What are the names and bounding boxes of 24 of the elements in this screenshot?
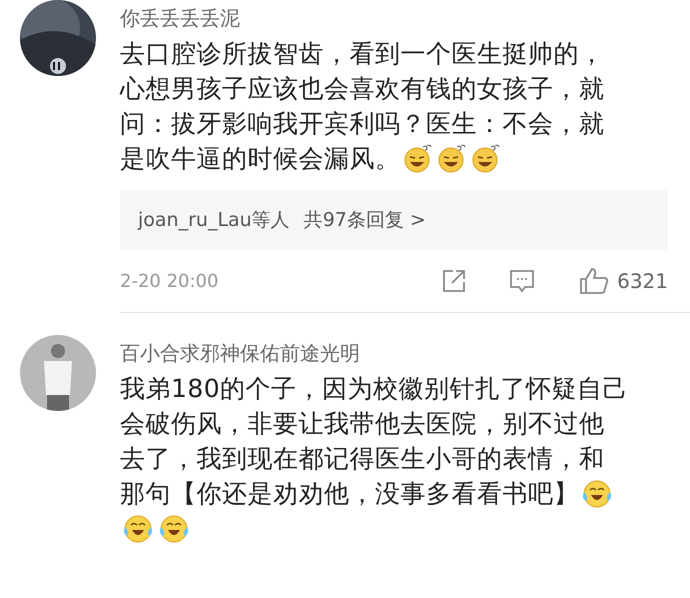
comment-text: 会破伤风，非要让我带他去医院，别不过他 (120, 408, 604, 440)
username[interactable]: 百小合求邪神保佑前途光明 (120, 339, 690, 367)
comment-text: 是吹牛逼的时候会漏风。 (120, 142, 400, 175)
laughing-crying-emoji-icon (158, 512, 190, 544)
comment-text: 我弟180的个子，因为校徽别针扎了怀疑自己 (120, 372, 628, 405)
share-icon[interactable] (441, 268, 468, 294)
username[interactable]: 你丢丢丢丢泥 (120, 4, 690, 32)
post-time: 2-20 20:00 (120, 270, 220, 294)
thumbs-up-icon[interactable] (579, 267, 610, 295)
reply-count-link[interactable]: 共97条回复 > (304, 206, 426, 234)
grinning-emoji-icon (436, 144, 466, 174)
grinning-emoji-icon (470, 144, 500, 174)
grinning-emoji-icon (402, 144, 432, 174)
comment-text: 去口腔诊所拔智齿，看到一个医生挺帅的， (120, 38, 604, 70)
laughing-crying-emoji-icon (122, 512, 154, 544)
replies-panel[interactable]: joan_ru_Lau等人 共97条回复 > (120, 190, 668, 250)
like-count: 6321 (617, 268, 668, 295)
comment-icon[interactable] (509, 268, 536, 294)
reply-users: joan_ru_Lau等人 (138, 208, 290, 233)
comment-text: 心想男孩子应该也会喜欢有钱的女孩子，就 (120, 72, 604, 105)
laughing-crying-emoji-icon (581, 478, 613, 510)
comment-text: 去了，我到现在都记得医生小哥的表情，和 (120, 442, 604, 475)
comment-text: 那句【你还是劝劝他，没事多看看书吧】 (120, 478, 579, 510)
comment-text: 问：拔牙影响我开宾利吗？医生：不会，就 (120, 108, 604, 140)
